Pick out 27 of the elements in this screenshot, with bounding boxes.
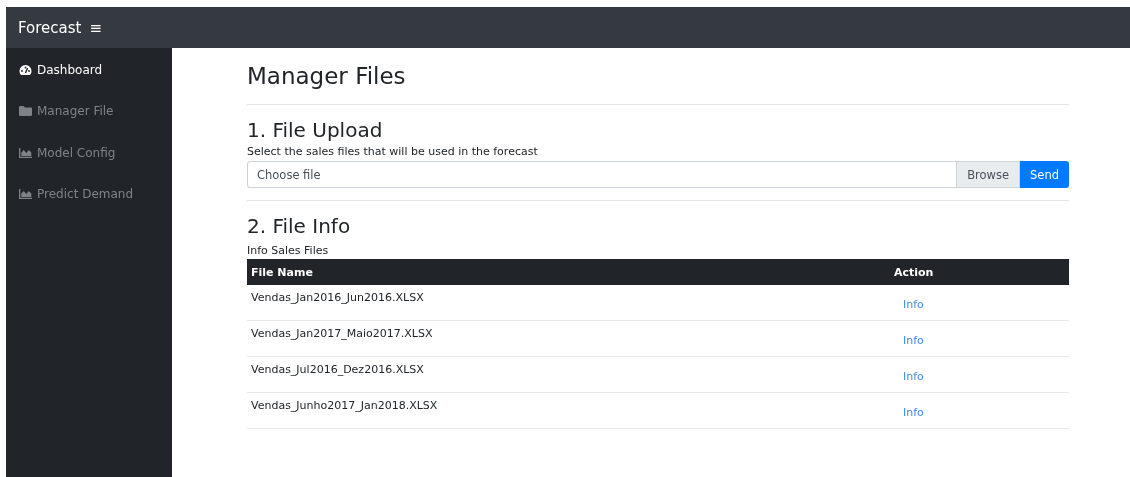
file-name-text: Vendas_Jul2016_Dez2016.XLSX xyxy=(251,363,425,376)
sidebar-item[interactable]: Manager File xyxy=(6,100,172,122)
file-name-text: Vendas_Jan2017_Maio2017.XLSX xyxy=(251,327,434,340)
browse-button[interactable]: Browse xyxy=(956,161,1021,188)
info-link[interactable]: Info xyxy=(903,406,924,419)
table-caption: Info Sales Files xyxy=(247,244,330,258)
brand-title[interactable]: Forecast xyxy=(18,18,82,37)
sidebar-item[interactable]: Model Config xyxy=(6,142,172,163)
page-title: Manager Files xyxy=(247,62,407,91)
sidebar-item[interactable]: Predict Demand xyxy=(6,183,172,205)
column-header: File Name xyxy=(247,259,891,285)
info-link[interactable]: Info xyxy=(903,370,924,383)
folder-icon xyxy=(19,106,32,116)
column-header: Action xyxy=(891,259,1069,285)
upload-description: Select the sales files that will be used in the forecast xyxy=(247,145,539,159)
file-name-text: Vendas_Junho2017_Jan2018.XLSX xyxy=(251,399,439,412)
send-button[interactable]: Send xyxy=(1020,161,1069,188)
info-link[interactable]: Info xyxy=(903,334,924,347)
area-chart-icon xyxy=(19,189,32,199)
section-heading: 2. File Info xyxy=(247,213,352,240)
file-name-text: Vendas_Jan2016_Jun2016.XLSX xyxy=(251,291,425,304)
sidebar-item[interactable]: Dashboard xyxy=(6,59,172,80)
gauge-icon xyxy=(19,63,32,76)
section-heading: 1. File Upload xyxy=(247,117,384,144)
info-link[interactable]: Info xyxy=(903,298,924,311)
area-chart-icon xyxy=(19,147,32,158)
file-input-field[interactable]: Choose file xyxy=(247,161,957,188)
